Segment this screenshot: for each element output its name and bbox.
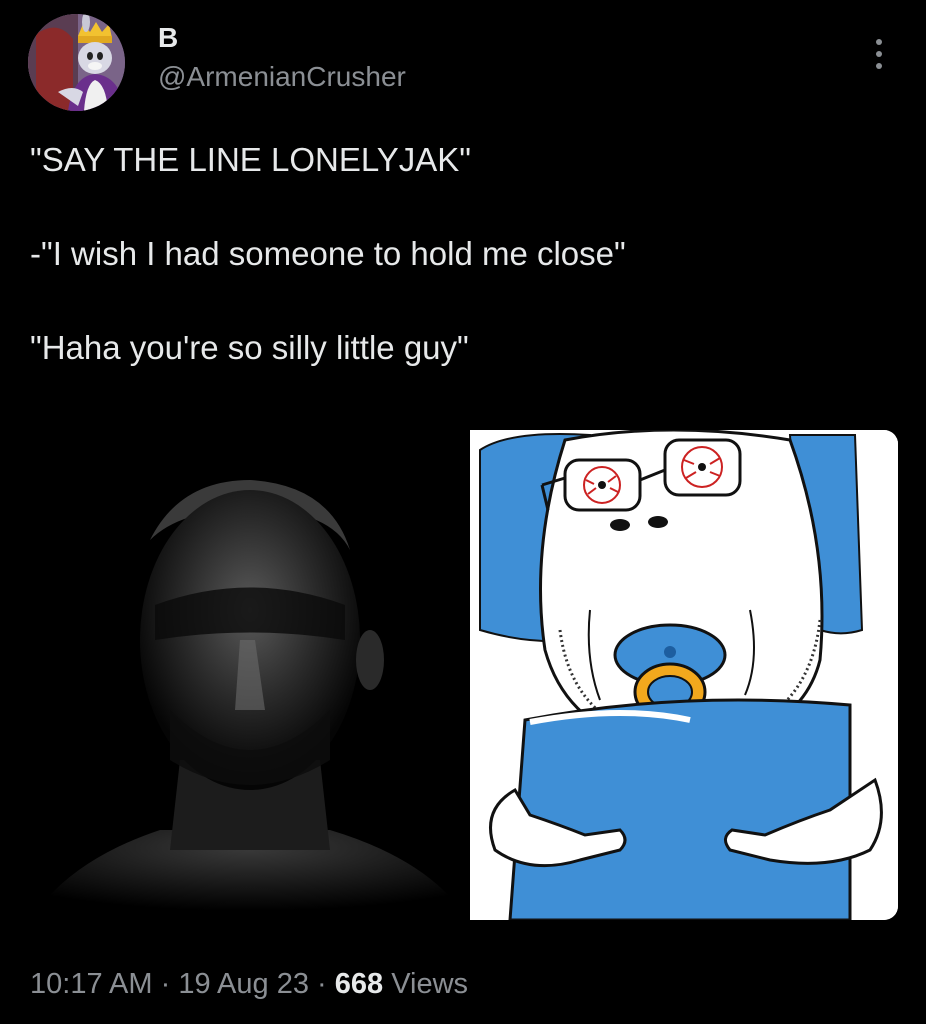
- dark-portrait-man-shadow-icon: [30, 430, 468, 920]
- views-label: Views: [391, 968, 469, 1000]
- cartoon-image[interactable]: [470, 430, 898, 920]
- views-count[interactable]: 668: [335, 968, 383, 1000]
- meta-separator: ·: [317, 968, 327, 1000]
- tweet-text: "SAY THE LINE LONELYJAK" -"I wish I had …: [30, 136, 900, 371]
- more-vertical-icon: [876, 39, 882, 69]
- dark-portrait-image[interactable]: [30, 430, 468, 920]
- tweet-date[interactable]: 19 Aug 23: [178, 968, 309, 1000]
- author-display-name[interactable]: B: [158, 24, 178, 52]
- tweet-text-line: -"I wish I had someone to hold me close": [30, 235, 626, 272]
- tweet-text-line: "SAY THE LINE LONELYJAK": [30, 141, 471, 178]
- tweet-meta: 10:17 AM · 19 Aug 23 · 668 Views: [30, 970, 468, 999]
- tweet-media[interactable]: [30, 430, 898, 920]
- tweet-time[interactable]: 10:17 AM: [30, 968, 153, 1000]
- meta-separator: ·: [160, 968, 171, 1000]
- crowned-cartoon-rabbit-avatar-icon: [28, 14, 125, 111]
- wojak-cartoon-pacifier-pillow-icon: [470, 430, 898, 920]
- tweet-text-line: "Haha you're so silly little guy": [30, 329, 469, 366]
- author-avatar[interactable]: [28, 14, 125, 111]
- more-options-button[interactable]: [866, 36, 892, 72]
- author-handle[interactable]: @ArmenianCrusher: [158, 63, 406, 91]
